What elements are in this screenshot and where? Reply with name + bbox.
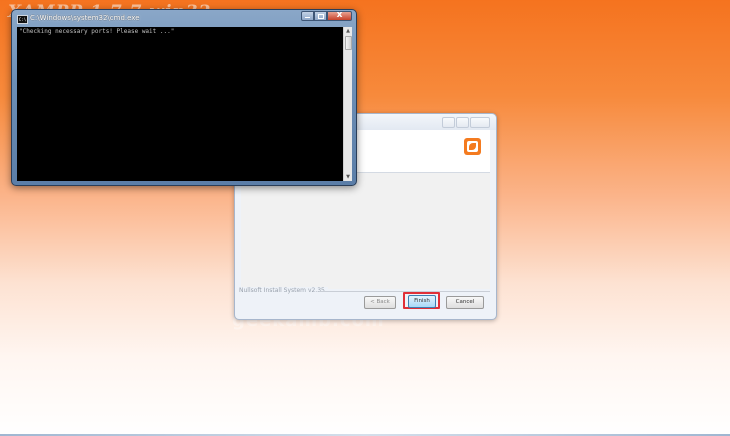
desktop: XAMPP 1.7.7 win32 geekamb.com Nullsoft I…	[0, 0, 730, 436]
console-text: "Checking necessary ports! Please wait .…	[19, 28, 175, 35]
console-output[interactable]: "Checking necessary ports! Please wait .…	[17, 27, 343, 181]
finish-button-highlight: Finish	[403, 292, 440, 309]
scroll-down-icon[interactable]: ▼	[344, 173, 352, 181]
cmd-window-controls	[301, 10, 352, 21]
scroll-up-icon[interactable]: ▲	[344, 27, 352, 35]
cmd-window: C:\ C:\Windows\system32\cmd.exe "Checkin…	[11, 9, 357, 186]
maximize-icon[interactable]	[314, 11, 327, 21]
cmd-window-title: C:\Windows\system32\cmd.exe	[30, 14, 140, 22]
installer-window-controls	[442, 117, 490, 128]
close-icon[interactable]	[327, 10, 352, 21]
xampp-logo-icon	[464, 138, 481, 155]
cmd-titlebar[interactable]: C:\ C:\Windows\system32\cmd.exe	[12, 10, 356, 26]
finish-button[interactable]: Finish	[408, 295, 436, 308]
nsis-branding-text: Nullsoft Install System v2.35	[239, 287, 328, 294]
console-icon: C:\	[17, 15, 28, 24]
minimize-icon[interactable]	[442, 117, 455, 128]
vertical-scrollbar[interactable]: ▲ ▼	[343, 27, 352, 181]
back-button[interactable]: < Back	[364, 296, 396, 309]
minimize-icon[interactable]	[301, 11, 314, 21]
cancel-button[interactable]: Cancel	[446, 296, 484, 309]
installer-content	[241, 173, 490, 289]
scrollbar-thumb[interactable]	[345, 36, 352, 50]
close-icon[interactable]	[470, 117, 490, 128]
maximize-icon[interactable]	[456, 117, 469, 128]
